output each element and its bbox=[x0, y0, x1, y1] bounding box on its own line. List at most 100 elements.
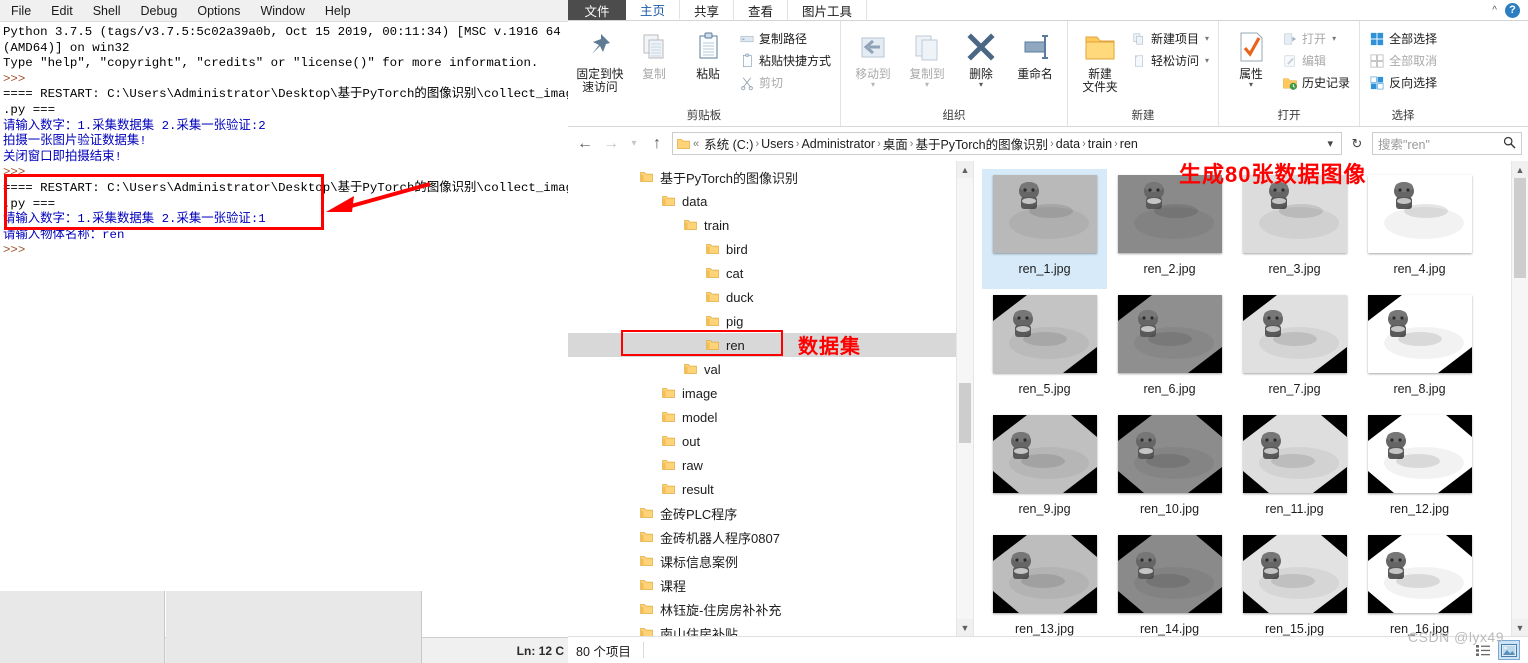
ribbon-tab-图片工具[interactable]: 图片工具 bbox=[788, 0, 868, 20]
chevron-down-icon[interactable]: ▾ bbox=[1249, 81, 1253, 89]
idle-menu-help[interactable]: Help bbox=[322, 3, 354, 19]
idle-menu-debug[interactable]: Debug bbox=[138, 3, 181, 19]
help-icon[interactable]: ? bbox=[1505, 2, 1520, 18]
idle-shell-output[interactable]: Python 3.7.5 (tags/v3.7.5:5c02a39a0b, Oc… bbox=[0, 22, 568, 635]
scroll-down-icon[interactable]: ▼ bbox=[1512, 619, 1528, 636]
move-to-button[interactable]: 移动到 ▾ bbox=[847, 25, 899, 89]
tree-scroll-thumb[interactable] bbox=[959, 383, 971, 443]
breadcrumb-item[interactable]: 基于PyTorch的图像识别 bbox=[913, 134, 1050, 153]
idle-menu-options[interactable]: Options bbox=[194, 3, 243, 19]
rename-button[interactable]: 重命名 bbox=[1009, 25, 1061, 81]
invert-selection-button[interactable]: 反向选择 bbox=[1366, 73, 1440, 92]
history-button[interactable]: 历史记录 bbox=[1279, 73, 1353, 92]
file-item[interactable]: ren_16.jpg bbox=[1357, 529, 1482, 636]
tree-item-image[interactable]: image bbox=[568, 381, 973, 405]
address-bar[interactable]: « 系统 (C:) › Users › Administrator › 桌面 › 基于PyTor… bbox=[672, 132, 1342, 155]
file-item[interactable]: ren_7.jpg bbox=[1232, 289, 1357, 409]
file-item[interactable]: ren_5.jpg bbox=[982, 289, 1107, 409]
chevron-down-icon[interactable]: ▾ bbox=[1205, 56, 1209, 65]
tree-item-课标信息案例[interactable]: 课标信息案例 bbox=[568, 549, 973, 573]
ribbon-tab-文件[interactable]: 文件 bbox=[568, 0, 626, 20]
file-item[interactable]: ren_4.jpg bbox=[1357, 169, 1482, 289]
edit-button[interactable]: 编辑 bbox=[1279, 51, 1353, 70]
forward-button[interactable]: → bbox=[600, 133, 622, 155]
tree-item-金砖PLC程序[interactable]: 金砖PLC程序 bbox=[568, 501, 973, 525]
tree-item-val[interactable]: val bbox=[568, 357, 973, 381]
tree-scrollbar[interactable]: ▲ ▼ bbox=[956, 161, 973, 636]
file-list-pane[interactable]: ren_1.jpg ren_2.jpg ren_3.jpg ren_4.jpg ren_… bbox=[974, 161, 1528, 636]
large-icons-view-button[interactable] bbox=[1498, 640, 1520, 660]
tree-item-raw[interactable]: raw bbox=[568, 453, 973, 477]
file-item[interactable]: ren_14.jpg bbox=[1107, 529, 1232, 636]
easy-access-button[interactable]: 轻松访问 ▾ bbox=[1128, 51, 1212, 70]
file-item[interactable]: ren_13.jpg bbox=[982, 529, 1107, 636]
file-item[interactable]: ren_15.jpg bbox=[1232, 529, 1357, 636]
chevron-down-icon[interactable]: ▾ bbox=[1323, 137, 1337, 150]
tree-item-课程[interactable]: 课程 bbox=[568, 573, 973, 597]
idle-menu-window[interactable]: Window bbox=[257, 3, 307, 19]
tree-item-bird[interactable]: bird bbox=[568, 237, 973, 261]
breadcrumb-item[interactable]: 桌面 bbox=[881, 134, 910, 153]
copy-button[interactable]: 复制 bbox=[628, 25, 680, 81]
breadcrumb-overflow[interactable]: « bbox=[693, 138, 699, 150]
breadcrumb-item[interactable]: ren bbox=[1118, 137, 1140, 151]
tree-item-model[interactable]: model bbox=[568, 405, 973, 429]
details-view-button[interactable] bbox=[1472, 640, 1494, 660]
properties-button[interactable]: 属性 ▾ bbox=[1225, 25, 1277, 89]
tree-item-金砖机器人程序0807[interactable]: 金砖机器人程序0807 bbox=[568, 525, 973, 549]
paste-shortcut-button[interactable]: 粘贴快捷方式 bbox=[736, 51, 834, 70]
chevron-down-icon[interactable]: ▾ bbox=[871, 81, 875, 89]
breadcrumb-item[interactable]: Users bbox=[759, 137, 796, 151]
breadcrumb-item[interactable]: data bbox=[1054, 137, 1082, 151]
file-item[interactable]: ren_11.jpg bbox=[1232, 409, 1357, 529]
breadcrumb-item[interactable]: train bbox=[1086, 137, 1114, 151]
tree-item-result[interactable]: result bbox=[568, 477, 973, 501]
recent-locations-button[interactable]: ▾ bbox=[626, 133, 642, 155]
files-scroll-thumb[interactable] bbox=[1514, 178, 1526, 278]
tree-item-南山住房补贴[interactable]: 南山住房补贴 bbox=[568, 621, 973, 636]
chevron-down-icon[interactable]: ▾ bbox=[1205, 34, 1209, 43]
file-item[interactable]: ren_10.jpg bbox=[1107, 409, 1232, 529]
breadcrumb-item[interactable]: 系统 (C:) bbox=[702, 134, 755, 153]
folder-tree-pane[interactable]: 基于PyTorch的图像识别 data train bird cat duck pig ren… bbox=[568, 161, 974, 636]
search-box[interactable]: 搜索"ren" bbox=[1372, 132, 1522, 155]
tree-item-train[interactable]: train bbox=[568, 213, 973, 237]
ribbon-tab-主页[interactable]: 主页 bbox=[626, 0, 681, 20]
file-item[interactable]: ren_6.jpg bbox=[1107, 289, 1232, 409]
tree-item-基于PyTorch的图像识别[interactable]: 基于PyTorch的图像识别 bbox=[568, 165, 973, 189]
idle-menu-shell[interactable]: Shell bbox=[90, 3, 124, 19]
chevron-down-icon[interactable]: ▾ bbox=[925, 81, 929, 89]
file-item[interactable]: ren_1.jpg bbox=[982, 169, 1107, 289]
back-button[interactable]: ← bbox=[574, 133, 596, 155]
tree-item-data[interactable]: data bbox=[568, 189, 973, 213]
search-input[interactable]: 搜索"ren" bbox=[1378, 134, 1499, 153]
pin-button[interactable]: 固定到快 速访问 bbox=[574, 25, 626, 94]
new-item-button[interactable]: 新建项目 ▾ bbox=[1128, 29, 1212, 48]
scroll-up-icon[interactable]: ▲ bbox=[1512, 161, 1528, 178]
up-button[interactable]: ↑ bbox=[646, 133, 668, 155]
new-folder-button[interactable]: 新建 文件夹 bbox=[1074, 25, 1126, 94]
scroll-down-icon[interactable]: ▼ bbox=[957, 619, 973, 636]
breadcrumb-item[interactable]: Administrator bbox=[799, 137, 877, 151]
file-item[interactable]: ren_9.jpg bbox=[982, 409, 1107, 529]
paste-button[interactable]: 粘贴 bbox=[682, 25, 734, 81]
tree-item-林钰旋-住房房补补充[interactable]: 林钰旋-住房房补补充 bbox=[568, 597, 973, 621]
chevron-down-icon[interactable]: ▾ bbox=[979, 81, 983, 89]
chevron-up-icon[interactable]: ^ bbox=[1492, 5, 1497, 16]
file-item[interactable]: ren_8.jpg bbox=[1357, 289, 1482, 409]
tree-item-cat[interactable]: cat bbox=[568, 261, 973, 285]
ribbon-tab-查看[interactable]: 查看 bbox=[734, 0, 789, 20]
open-button[interactable]: 打开 ▾ bbox=[1279, 29, 1353, 48]
ribbon-tab-共享[interactable]: 共享 bbox=[680, 0, 735, 20]
scroll-up-icon[interactable]: ▲ bbox=[957, 161, 973, 178]
select-none-button[interactable]: 全部取消 bbox=[1366, 51, 1440, 70]
copy-to-button[interactable]: 复制到 ▾ bbox=[901, 25, 953, 89]
tree-item-pig[interactable]: pig bbox=[568, 309, 973, 333]
tree-item-ren[interactable]: ren bbox=[568, 333, 973, 357]
file-item[interactable]: ren_12.jpg bbox=[1357, 409, 1482, 529]
copy-path-button[interactable]: ≡ 复制路径 bbox=[736, 29, 834, 48]
tree-item-duck[interactable]: duck bbox=[568, 285, 973, 309]
scissors-button[interactable]: 剪切 bbox=[736, 73, 834, 92]
files-scrollbar[interactable]: ▲ ▼ bbox=[1511, 161, 1528, 636]
chevron-down-icon[interactable]: ▾ bbox=[1332, 34, 1336, 43]
